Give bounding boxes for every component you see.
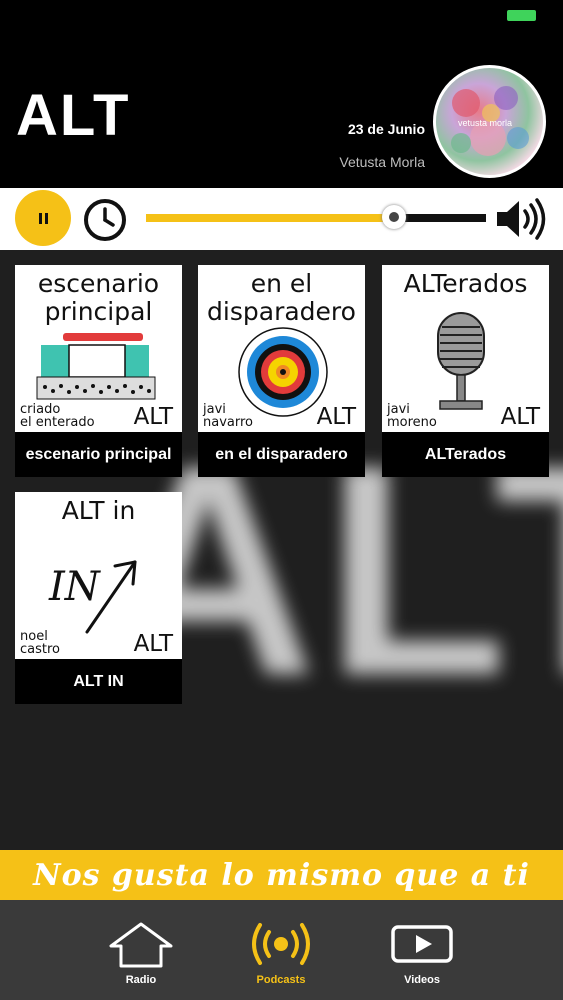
album-cover: vetusta morla: [433, 65, 546, 178]
podcast-tile-escenario-principal[interactable]: escenario principal criado el enterado AL…: [15, 265, 182, 477]
art-title-line1: ALT in: [61, 496, 136, 525]
now-playing-date: 23 de Junio: [347, 121, 425, 137]
podcast-title[interactable]: escenario principal: [15, 432, 182, 477]
tab-label: Radio: [125, 974, 157, 986]
podcast-tile-en-el-disparadero[interactable]: en el disparadero javi navarro ALT en el …: [198, 265, 365, 477]
podcast-artwork: ALTerados javi moreno ALT: [382, 265, 549, 432]
art-title-line1: ALTerados: [403, 269, 528, 298]
arrow-illustration: [85, 560, 137, 634]
now-playing-artist: Vetusta Morla: [339, 154, 425, 170]
podcast-artwork: ALT in IN noel castro ALT: [15, 492, 182, 659]
tab-label: Podcasts: [256, 974, 306, 986]
podcast-tile-alt-in[interactable]: ALT in IN noel castro ALT ALT IN: [15, 492, 182, 704]
microphone-illustration: [437, 312, 485, 410]
art-alt-mark: ALT: [500, 404, 540, 430]
tab-podcasts[interactable]: Podcasts: [221, 900, 341, 1000]
art-author: javi navarro: [203, 402, 253, 430]
art-alt-mark: ALT: [133, 404, 173, 430]
podcast-tile-alterados[interactable]: ALTerados javi moreno ALT ALTerados: [382, 265, 549, 477]
house-icon: [109, 922, 173, 968]
art-title-line1: en el: [250, 269, 313, 298]
podcast-grid: ALT escenario principal criadoel enter: [0, 250, 563, 850]
podcast-title[interactable]: ALT IN: [15, 659, 182, 704]
cover-label: vetusta morla: [458, 118, 513, 128]
tab-label: Videos: [404, 974, 440, 986]
tab-bar: Radio Podcasts Videos: [0, 900, 563, 1000]
tab-radio[interactable]: Radio: [81, 900, 201, 1000]
podcast-title[interactable]: ALTerados: [382, 432, 549, 477]
podcast-artwork: escenario principal criado el enterado AL…: [15, 265, 182, 432]
volume-icon[interactable]: [495, 196, 547, 242]
play-icon: [391, 925, 453, 963]
podcast-title[interactable]: en el disparadero: [198, 432, 365, 477]
stage-illustration: [36, 333, 156, 400]
art-alt-mark: ALT: [133, 631, 173, 657]
art-title-line2: disparadero: [207, 297, 356, 326]
progress-track[interactable]: [146, 214, 486, 222]
broadcast-icon: [252, 923, 310, 965]
slogan-banner: Nos gusta lo mismo que a ti: [0, 850, 563, 900]
app-logo: ALT: [16, 83, 131, 148]
progress-knob[interactable]: [382, 205, 407, 229]
art-alt-mark: ALT: [316, 404, 356, 430]
art-author: javi moreno: [387, 402, 437, 430]
battery-icon: [507, 10, 536, 21]
podcast-artwork: en el disparadero javi navarro ALT: [198, 265, 365, 432]
progress-fill: [146, 214, 395, 222]
art-author: noel castro: [20, 629, 60, 657]
art-title-line1: escenario: [37, 269, 160, 298]
clock-icon[interactable]: [82, 197, 128, 243]
slogan-text: Nos gusta lo mismo que a ti: [33, 857, 530, 893]
pause-icon: [38, 212, 48, 224]
art-title-line2: principal: [44, 297, 153, 326]
pause-button[interactable]: [15, 190, 71, 246]
art-author: criado el enterado: [20, 402, 95, 430]
header: ALT 23 de Junio Vetusta Morla vetusta mo…: [0, 0, 563, 188]
tab-videos[interactable]: Videos: [362, 900, 482, 1000]
